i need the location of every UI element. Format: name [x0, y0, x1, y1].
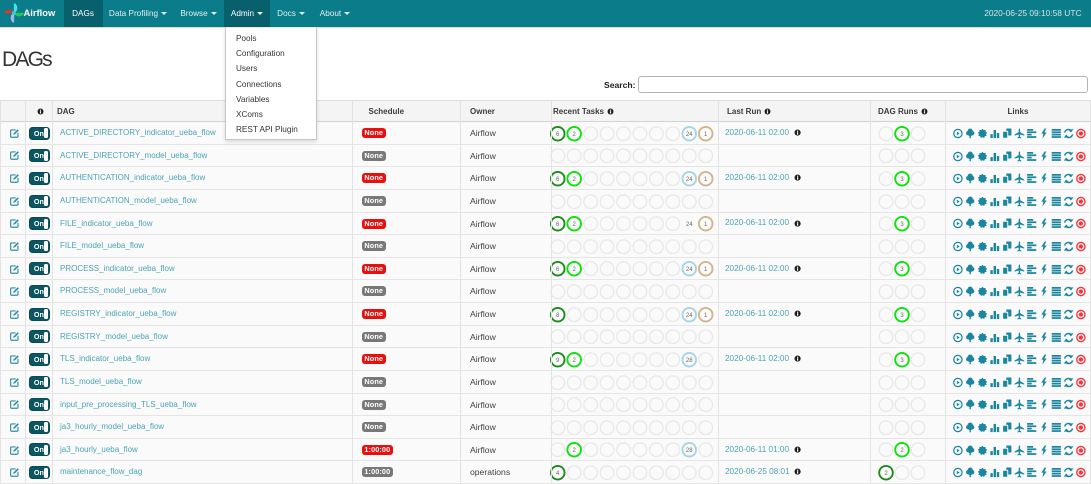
svg-text:6: 6	[556, 222, 560, 228]
svg-text:1: 1	[704, 132, 708, 138]
svg-text:24: 24	[686, 222, 693, 228]
svg-text:3: 3	[900, 222, 904, 228]
svg-text:28: 28	[686, 449, 693, 455]
svg-text:24: 24	[686, 132, 693, 138]
svg-text:2: 2	[573, 449, 577, 455]
svg-text:3: 3	[900, 358, 904, 364]
svg-text:24: 24	[686, 177, 693, 183]
svg-text:1: 1	[704, 222, 708, 228]
svg-text:1: 1	[704, 177, 708, 183]
svg-text:2: 2	[900, 449, 904, 455]
svg-text:6: 6	[556, 177, 560, 183]
svg-text:3: 3	[900, 177, 904, 183]
svg-text:6: 6	[556, 268, 560, 274]
svg-text:24: 24	[686, 268, 693, 274]
svg-text:3: 3	[900, 132, 904, 138]
svg-text:3: 3	[900, 268, 904, 274]
svg-text:1: 1	[704, 268, 708, 274]
svg-text:2: 2	[573, 268, 577, 274]
svg-text:9: 9	[556, 358, 560, 364]
svg-text:24: 24	[686, 313, 693, 319]
svg-text:4: 4	[556, 471, 560, 477]
svg-text:1: 1	[704, 313, 708, 319]
svg-text:8: 8	[556, 313, 560, 319]
svg-text:3: 3	[900, 313, 904, 319]
svg-text:2: 2	[573, 177, 577, 183]
svg-text:2: 2	[573, 132, 577, 138]
svg-text:2: 2	[573, 222, 577, 228]
svg-text:2: 2	[573, 358, 577, 364]
svg-text:6: 6	[556, 132, 560, 138]
svg-text:2: 2	[884, 471, 888, 477]
svg-text:28: 28	[686, 358, 693, 364]
